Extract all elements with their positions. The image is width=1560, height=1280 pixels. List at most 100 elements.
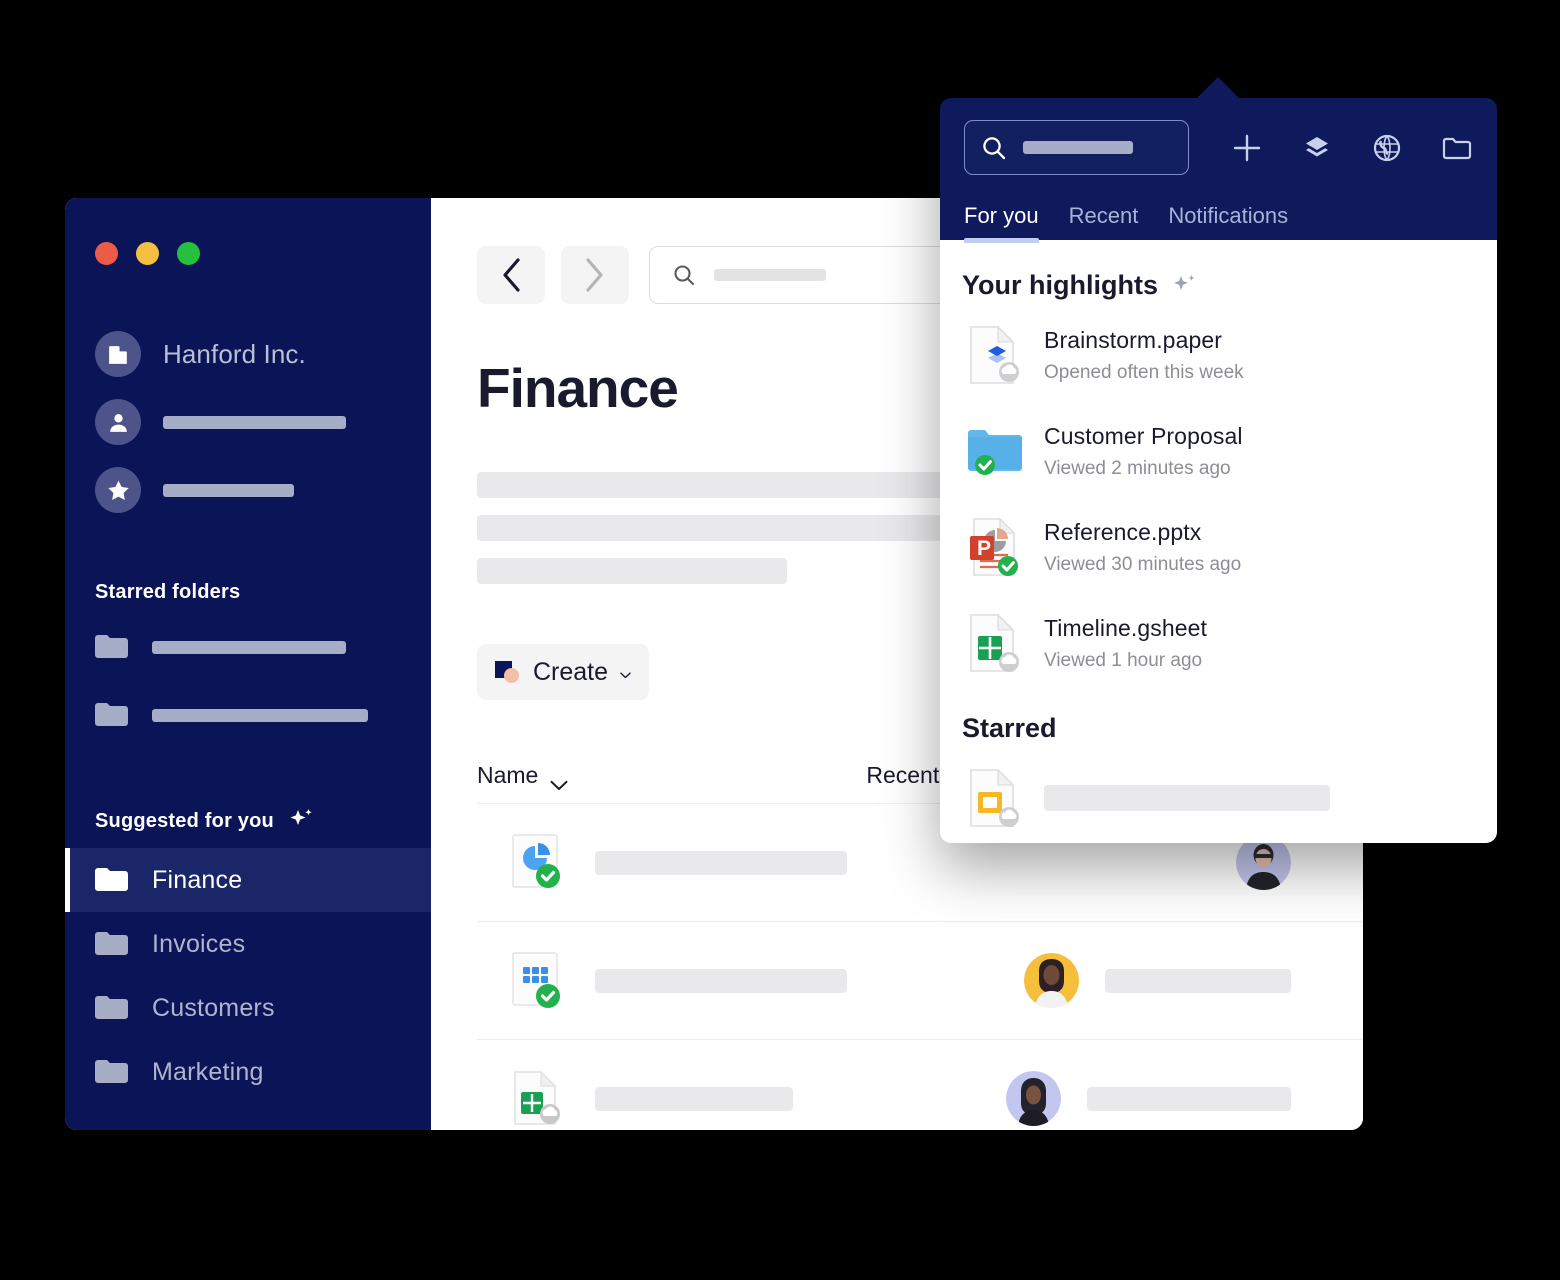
folder-icon: [95, 995, 128, 1021]
green-check-badge: [975, 455, 995, 475]
org-row[interactable]: Hanford Inc.: [65, 325, 431, 383]
row-meta-placeholder: [1105, 968, 1291, 993]
avatar: [1236, 835, 1291, 890]
account-row-person[interactable]: [65, 393, 431, 451]
yellow-slides-file-icon: [962, 765, 1028, 831]
avatar: [1006, 1071, 1061, 1126]
table-row[interactable]: [477, 921, 1363, 1039]
list-item[interactable]: P Reference.pptx Viewed 30 minutes ago: [962, 499, 1497, 595]
popup-header: For you Recent Notifications: [940, 98, 1497, 243]
folder-icon: [95, 702, 128, 728]
sidebar-item-marketing[interactable]: Marketing: [65, 1040, 431, 1104]
starred-folders-section: Starred folders: [65, 581, 431, 740]
svg-text:P: P: [977, 537, 991, 560]
create-button-label: Create: [533, 657, 609, 686]
tab-recent[interactable]: Recent: [1069, 203, 1139, 243]
starred-folder-item[interactable]: [65, 690, 431, 740]
window-traffic-lights: [65, 228, 431, 265]
search-placeholder: [714, 269, 826, 281]
starred-item-name-placeholder: [1044, 785, 1330, 811]
sidebar-item-finance[interactable]: Finance: [65, 848, 431, 912]
column-header-recent[interactable]: Recent: [866, 762, 939, 789]
item-subtitle: Viewed 1 hour ago: [1044, 649, 1203, 671]
suggested-folder-list: Finance Invoices Customers Marketing: [65, 848, 431, 1104]
chevron-right-icon: [586, 258, 603, 292]
suggested-title: Suggested for you: [95, 809, 274, 832]
popup-pointer: [1196, 77, 1240, 99]
plus-icon[interactable]: [1231, 132, 1263, 164]
sidebar-item-label: Invoices: [152, 929, 246, 958]
item-name: Customer Proposal: [1044, 422, 1243, 449]
folder-icon: [95, 867, 128, 893]
person-icon: [95, 399, 141, 445]
list-item[interactable]: Timeline.gsheet Viewed 1 hour ago: [962, 595, 1497, 691]
create-mark-icon: [495, 661, 521, 683]
account-name-placeholder: [163, 415, 346, 429]
column-header-name[interactable]: Name: [477, 762, 568, 790]
popup-search-input[interactable]: [964, 120, 1189, 175]
powerpoint-file-icon: P: [962, 514, 1028, 580]
chevron-down-icon: [550, 770, 568, 790]
list-item[interactable]: Customer Proposal Viewed 2 minutes ago: [962, 403, 1497, 499]
highlights-list: Brainstorm.paper Opened often this week: [962, 307, 1497, 691]
folder-icon[interactable]: [1441, 132, 1473, 164]
tab-notifications[interactable]: Notifications: [1168, 203, 1288, 243]
green-check-badge: [536, 863, 560, 888]
blue-folder-icon: [962, 418, 1028, 484]
suggested-section-header: Suggested for you: [65, 806, 431, 836]
minimize-window-button[interactable]: [136, 242, 159, 265]
starred-name-placeholder: [163, 483, 294, 497]
globe-icon[interactable]: [1371, 132, 1403, 164]
forward-button[interactable]: [561, 246, 629, 304]
popup-body: Your highlights Brainstorm.paper Opened …: [940, 240, 1497, 843]
row-meta-placeholder: [1087, 1086, 1291, 1111]
close-window-button[interactable]: [95, 242, 118, 265]
folder-icon: [95, 634, 128, 660]
layers-icon[interactable]: [1301, 132, 1333, 164]
item-subtitle: Opened often this week: [1044, 361, 1244, 383]
popup-tabs: For you Recent Notifications: [964, 197, 1473, 243]
list-item[interactable]: Brainstorm.paper Opened often this week: [962, 307, 1497, 403]
search-icon: [672, 263, 696, 287]
sidebar-item-customers[interactable]: Customers: [65, 976, 431, 1040]
chevron-down-icon: [620, 667, 631, 678]
item-subtitle: Viewed 2 minutes ago: [1044, 457, 1231, 479]
pie-chart-file-icon: [507, 832, 569, 894]
row-name-placeholder: [595, 850, 847, 875]
folder-icon: [95, 1059, 128, 1085]
highlights-title: Your highlights: [962, 270, 1158, 300]
popup-header-icons: [1231, 132, 1473, 164]
sidebar: Hanford Inc. Starred folders Suggested f…: [65, 198, 431, 1130]
starred-folder-item[interactable]: [65, 622, 431, 672]
avatar: [1024, 953, 1079, 1008]
starred-folder-name-placeholder: [152, 708, 368, 722]
sparkle-icon: [1170, 272, 1198, 300]
sidebar-item-label: Marketing: [152, 1057, 264, 1086]
back-button[interactable]: [477, 246, 545, 304]
tab-for-you[interactable]: For you: [964, 203, 1039, 243]
list-item[interactable]: [962, 750, 1497, 843]
paper-file-icon: [962, 322, 1028, 388]
screenshot-stage: Hanford Inc. Starred folders Suggested f…: [0, 0, 1560, 1280]
item-name: Brainstorm.paper: [1044, 326, 1223, 353]
row-name-placeholder: [595, 1086, 793, 1111]
account-row-starred[interactable]: [65, 461, 431, 519]
starred-folder-name-placeholder: [152, 640, 346, 654]
file-list: [477, 803, 1363, 1130]
row-name-placeholder: [595, 968, 847, 993]
grid-sheet-file-icon: [507, 950, 569, 1012]
sidebar-item-invoices[interactable]: Invoices: [65, 912, 431, 976]
maximize-window-button[interactable]: [177, 242, 200, 265]
building-icon: [95, 331, 141, 377]
search-icon: [981, 135, 1007, 161]
folder-icon: [95, 931, 128, 957]
item-name: Timeline.gsheet: [1044, 614, 1208, 641]
green-check-badge: [536, 983, 560, 1008]
star-icon: [95, 467, 141, 513]
table-row[interactable]: [477, 1039, 1363, 1130]
sidebar-item-label: Finance: [152, 865, 243, 894]
popup-search-placeholder: [1023, 141, 1133, 154]
starred-section-title: Starred: [962, 713, 1057, 743]
create-button[interactable]: Create: [477, 644, 649, 700]
green-sheet-file-icon: [962, 610, 1028, 676]
